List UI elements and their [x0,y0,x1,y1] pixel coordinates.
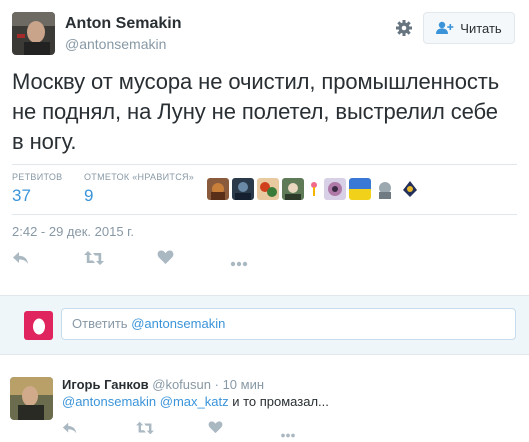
reply-author-name[interactable]: Игорь Ганков [62,377,149,392]
reply-input[interactable]: Ответить @antonsemakin [61,308,516,340]
reply-mention-2[interactable]: @max_katz [160,394,229,409]
more-icon[interactable] [280,425,296,442]
liker-avatar[interactable] [257,178,279,200]
liker-avatars [207,178,421,200]
liker-avatar[interactable] [207,178,229,200]
heart-icon[interactable] [208,420,223,439]
reply-header: Игорь Ганков @kofusun · 10 мин [62,377,264,392]
divider [12,214,517,215]
liker-avatar[interactable] [282,178,304,200]
liker-avatar[interactable] [374,178,396,200]
tweet-text: Москву от мусора не очистил, промышленно… [12,69,500,154]
reply-mention-1[interactable]: @antonsemakin [62,394,156,409]
reply-separator: · [214,377,219,392]
reply-time[interactable]: 10 мин [223,377,264,392]
retweet-icon[interactable] [83,249,105,272]
reply-placeholder: Ответить [72,316,128,331]
liker-avatar[interactable] [324,178,346,200]
liker-avatar[interactable] [349,178,371,200]
follow-button[interactable]: Читать [423,12,515,44]
reply-author-handle[interactable]: @kofusun [152,377,211,392]
author-avatar[interactable] [12,12,55,55]
more-icon[interactable] [230,254,248,272]
reply-author-avatar[interactable] [10,377,53,420]
follow-label: Читать [460,20,502,36]
reply-composer: Ответить @antonsemakin [0,295,529,355]
heart-icon[interactable] [157,249,174,270]
liker-avatar[interactable] [399,178,421,200]
divider [12,164,517,165]
reply-text: @antonsemakin @max_katz и то промазал... [62,394,329,409]
retweets-label: РЕТВИТОВ [12,172,63,182]
egg-icon [24,311,53,340]
reply-icon[interactable] [12,249,30,272]
reply-tweet: Игорь Ганков @kofusun · 10 мин @antonsem… [0,365,529,442]
author-name[interactable]: Anton Semakin [65,15,181,33]
likes-stat[interactable]: ОТМЕТОК «НРАВИТСЯ» 9 [84,172,194,206]
gear-icon[interactable] [395,19,413,37]
reply-icon[interactable] [62,420,78,441]
likes-label: ОТМЕТОК «НРАВИТСЯ» [84,172,195,182]
retweet-icon[interactable] [135,420,155,441]
tweet-timestamp[interactable]: 2:42 - 29 дек. 2015 г. [12,224,134,239]
main-tweet: Anton Semakin @antonsemakin Читать Москв… [0,0,529,295]
add-user-icon [436,21,454,35]
liker-avatar[interactable] [307,178,321,200]
reply-mention: @antonsemakin [131,316,226,331]
reply-text-rest: и то промазал... [232,394,329,409]
retweets-count: 37 [12,186,31,205]
likes-count: 9 [84,186,94,205]
liker-avatar[interactable] [232,178,254,200]
retweets-stat[interactable]: РЕТВИТОВ 37 [12,172,62,206]
author-handle[interactable]: @antonsemakin [65,36,166,52]
